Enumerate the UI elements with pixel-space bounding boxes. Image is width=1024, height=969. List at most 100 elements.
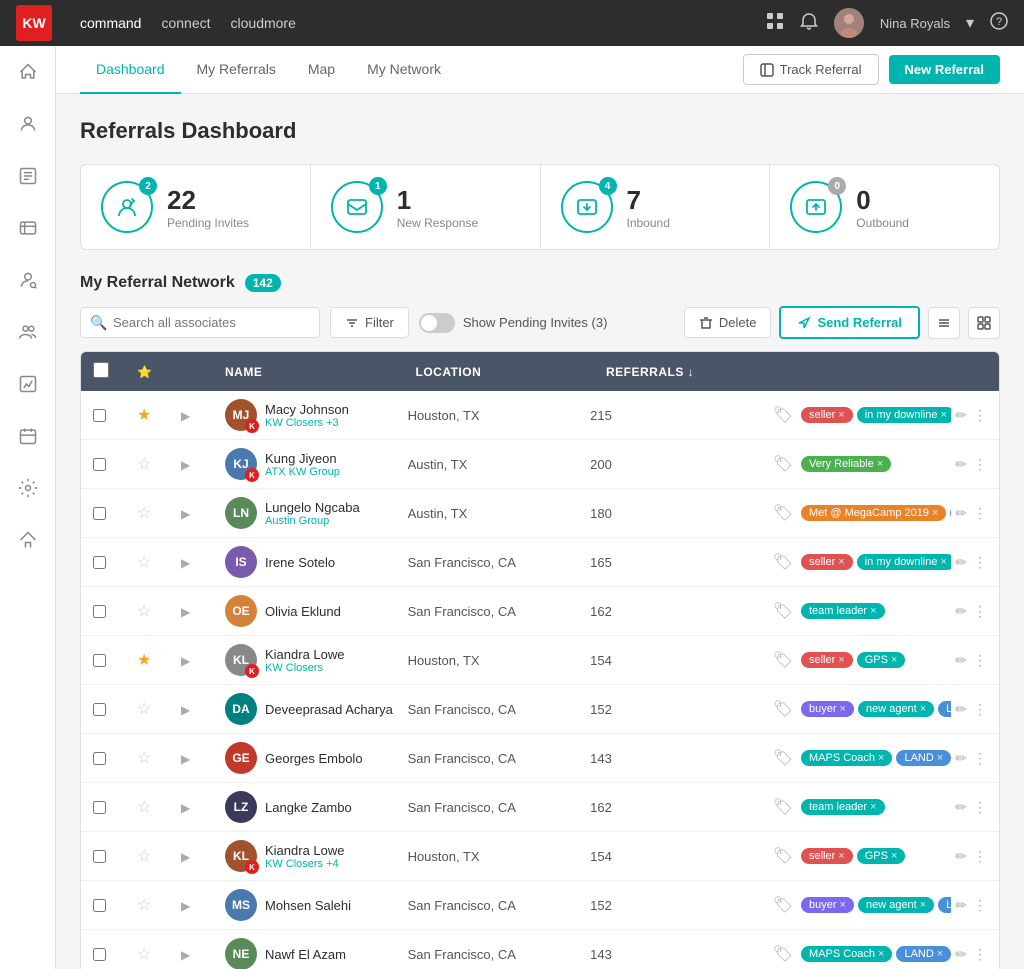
tab-dashboard[interactable]: Dashboard	[80, 46, 181, 94]
sidebar-item-properties[interactable]	[8, 520, 48, 560]
edit-icon[interactable]: ✏	[955, 799, 967, 816]
tag-remove[interactable]: ×	[937, 752, 943, 764]
tag-remove[interactable]: ×	[878, 948, 884, 960]
select-all-checkbox[interactable]	[93, 362, 109, 378]
expand-arrow[interactable]: ▶	[181, 409, 190, 423]
nav-command[interactable]: command	[80, 15, 141, 31]
contact-group[interactable]: KW Closers +4	[265, 858, 345, 870]
expand-arrow[interactable]: ▶	[181, 850, 190, 864]
chevron-down-icon[interactable]: ▾	[966, 13, 974, 33]
grid-icon[interactable]	[766, 12, 784, 35]
more-options-icon[interactable]: ⋮	[973, 652, 987, 669]
tag-icon[interactable]: 🏷	[773, 405, 793, 425]
grid-view-button[interactable]	[968, 307, 1000, 339]
tag-remove[interactable]: ×	[840, 899, 846, 911]
tag-remove[interactable]: ×	[870, 605, 876, 617]
tab-my-network[interactable]: My Network	[351, 46, 457, 94]
bell-icon[interactable]	[800, 12, 818, 35]
more-options-icon[interactable]: ⋮	[973, 946, 987, 963]
contact-group[interactable]: KW Closers +3	[265, 417, 349, 429]
tag-remove[interactable]: ×	[941, 556, 947, 568]
star-icon[interactable]: ☆	[137, 701, 151, 718]
tag-icon[interactable]: 🏷	[773, 699, 793, 719]
sidebar-item-database[interactable]	[8, 208, 48, 248]
star-icon[interactable]: ★	[137, 652, 151, 669]
tab-map[interactable]: Map	[292, 46, 351, 94]
edit-icon[interactable]: ✏	[955, 456, 967, 473]
contact-group[interactable]: KW Closers	[265, 662, 345, 674]
search-input[interactable]	[80, 307, 320, 338]
list-view-button[interactable]	[928, 307, 960, 339]
contact-group[interactable]: Austin Group	[265, 515, 360, 527]
sidebar-item-leads[interactable]	[8, 260, 48, 300]
star-icon[interactable]: ☆	[137, 897, 151, 914]
tag-icon[interactable]: 🏷	[773, 895, 793, 915]
star-icon[interactable]: ☆	[137, 554, 151, 571]
sidebar-item-reports[interactable]	[8, 364, 48, 404]
expand-arrow[interactable]: ▶	[181, 752, 190, 766]
more-options-icon[interactable]: ⋮	[973, 897, 987, 914]
more-options-icon[interactable]: ⋮	[973, 603, 987, 620]
tag-remove[interactable]: ×	[838, 556, 844, 568]
send-referral-button[interactable]: Send Referral	[779, 306, 920, 339]
edit-icon[interactable]: ✏	[955, 701, 967, 718]
edit-icon[interactable]: ✏	[955, 505, 967, 522]
row-checkbox[interactable]	[93, 605, 106, 618]
help-icon[interactable]: ?	[990, 12, 1008, 35]
more-options-icon[interactable]: ⋮	[973, 750, 987, 767]
tag-remove[interactable]: ×	[838, 850, 844, 862]
edit-icon[interactable]: ✏	[955, 750, 967, 767]
edit-icon[interactable]: ✏	[955, 946, 967, 963]
more-options-icon[interactable]: ⋮	[973, 701, 987, 718]
row-checkbox[interactable]	[93, 458, 106, 471]
tag-remove[interactable]: ×	[920, 899, 926, 911]
new-referral-button[interactable]: New Referral	[889, 55, 1000, 84]
edit-icon[interactable]: ✏	[955, 652, 967, 669]
more-options-icon[interactable]: ⋮	[973, 456, 987, 473]
star-icon[interactable]: ★	[137, 407, 151, 424]
sidebar-item-contacts[interactable]	[8, 104, 48, 144]
expand-arrow[interactable]: ▶	[181, 654, 190, 668]
row-checkbox[interactable]	[93, 654, 106, 667]
star-icon[interactable]: ☆	[137, 750, 151, 767]
expand-arrow[interactable]: ▶	[181, 458, 190, 472]
track-referral-button[interactable]: Track Referral	[743, 54, 879, 85]
tag-icon[interactable]: 🏷	[773, 454, 793, 474]
tag-icon[interactable]: 🏷	[773, 797, 793, 817]
sidebar-item-tasks[interactable]	[8, 156, 48, 196]
row-checkbox[interactable]	[93, 850, 106, 863]
contact-group[interactable]: ATX KW Group	[265, 466, 340, 478]
star-icon[interactable]: ☆	[137, 799, 151, 816]
show-pending-toggle[interactable]	[419, 313, 455, 333]
star-icon[interactable]: ☆	[137, 946, 151, 963]
tag-icon[interactable]: 🏷	[773, 944, 793, 964]
row-checkbox[interactable]	[93, 507, 106, 520]
edit-icon[interactable]: ✏	[955, 848, 967, 865]
tag-remove[interactable]: ×	[840, 703, 846, 715]
user-name[interactable]: Nina Royals	[880, 16, 950, 31]
tag-icon[interactable]: 🏷	[773, 503, 793, 523]
expand-arrow[interactable]: ▶	[181, 605, 190, 619]
tag-remove[interactable]: ×	[878, 752, 884, 764]
sidebar-item-teams[interactable]	[8, 312, 48, 352]
edit-icon[interactable]: ✏	[955, 407, 967, 424]
tag-remove[interactable]: ×	[870, 801, 876, 813]
row-checkbox[interactable]	[93, 752, 106, 765]
row-checkbox[interactable]	[93, 801, 106, 814]
tag-remove[interactable]: ×	[838, 654, 844, 666]
edit-icon[interactable]: ✏	[955, 603, 967, 620]
nav-connect[interactable]: connect	[161, 15, 210, 31]
tag-remove[interactable]: ×	[891, 654, 897, 666]
tag-icon[interactable]: 🏷	[773, 601, 793, 621]
expand-arrow[interactable]: ▶	[181, 507, 190, 521]
tag-remove[interactable]: ×	[838, 409, 844, 421]
expand-arrow[interactable]: ▶	[181, 801, 190, 815]
tag-remove[interactable]: ×	[932, 507, 938, 519]
expand-arrow[interactable]: ▶	[181, 703, 190, 717]
edit-icon[interactable]: ✏	[955, 554, 967, 571]
edit-icon[interactable]: ✏	[955, 897, 967, 914]
tag-icon[interactable]: 🏷	[773, 846, 793, 866]
star-icon[interactable]: ☆	[137, 505, 151, 522]
tag-remove[interactable]: ×	[941, 409, 947, 421]
expand-arrow[interactable]: ▶	[181, 556, 190, 570]
